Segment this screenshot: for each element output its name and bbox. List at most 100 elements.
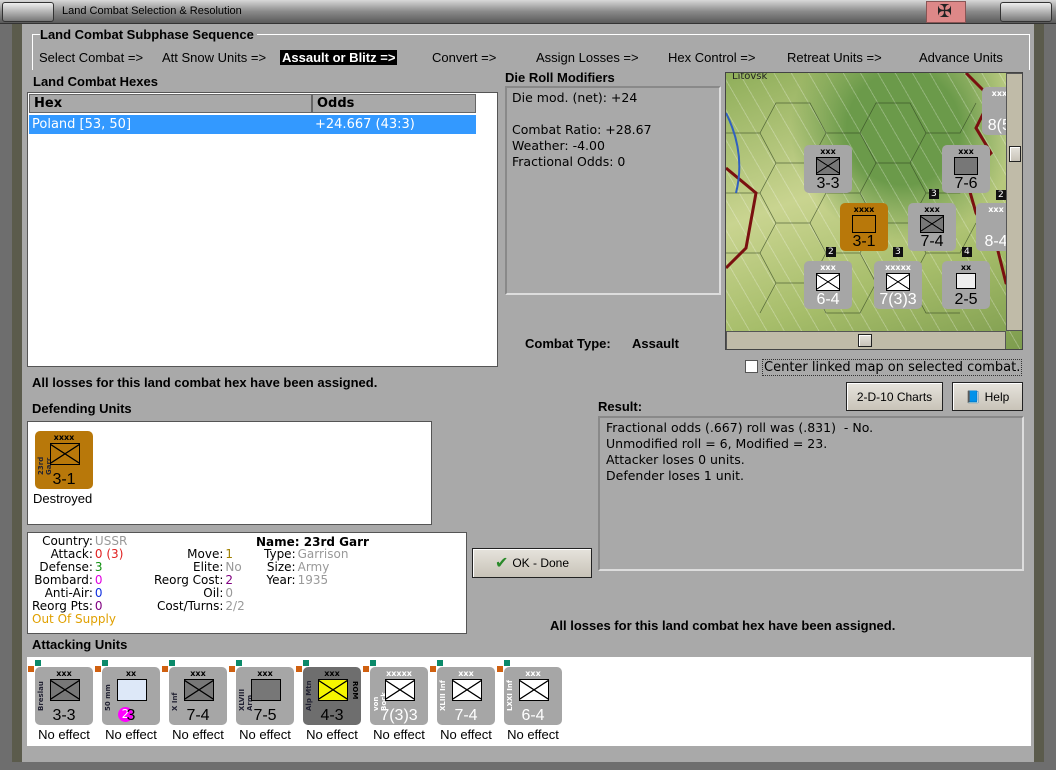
status-dot <box>370 660 376 666</box>
german-flag-icon <box>926 1 966 23</box>
hex-cell: Poland [53, 50] <box>32 117 132 132</box>
unit-symbol-icon <box>251 679 281 701</box>
result-line: Fractional odds (.667) roll was (.831) -… <box>606 420 874 435</box>
help-book-icon: 📘 <box>965 389 981 404</box>
linked-map[interactable]: Litovsk xxx 3-3 xxx 7-6 xxxx 3-1 xxx 7-4 xxx… <box>725 72 1023 350</box>
column-header-odds[interactable]: Odds <box>312 94 476 113</box>
status-dot <box>35 660 41 666</box>
charts-button[interactable]: 2-D-10 Charts <box>846 382 943 411</box>
map-counter[interactable]: xxx 3-3 <box>804 145 852 193</box>
step-convert: Convert => <box>432 50 497 65</box>
unit-symbol-icon <box>452 679 482 701</box>
center-linked-label[interactable]: Center linked map on selected combat. <box>762 359 1023 376</box>
map-counter[interactable]: xxx 7-6 <box>942 145 990 193</box>
center-linked-checkbox[interactable] <box>745 360 758 373</box>
drm-blank <box>512 106 714 122</box>
map-counter[interactable]: xxxxx 7(3)3 <box>874 261 922 309</box>
result-line: Defender loses 1 unit. <box>606 468 744 483</box>
status-dot <box>102 660 108 666</box>
unit-symbol-icon <box>50 679 80 701</box>
help-button[interactable]: 📘 Help <box>952 382 1023 411</box>
status-dot <box>236 660 242 666</box>
unit-info-panel: Country: USSR Attack: 0 (3) Defense: 3 Bomb… <box>27 532 467 634</box>
counter-value: 3 <box>126 707 136 724</box>
map-counter-defender[interactable]: xxxx 3-1 <box>840 203 888 251</box>
stack-badge: 3 <box>929 189 939 199</box>
table-row[interactable]: Poland [53, 50] +24.667 (43:3) <box>29 115 476 134</box>
attacker-counter[interactable]: xxx LXXI Inf 6-4 <box>504 667 562 725</box>
counter-value: 7(3)3 <box>380 707 418 724</box>
counter-name: 50 mm <box>104 684 112 711</box>
ok-label: OK - Done <box>512 556 570 570</box>
ok-done-button[interactable]: ✔ OK - Done <box>472 548 592 578</box>
counter-size: xxx <box>820 147 836 156</box>
unit-symbol-icon <box>318 679 348 701</box>
attacker-counter[interactable]: xx 50 mm 2 3 <box>102 667 160 725</box>
counter-name: XLIII Inf <box>439 680 447 711</box>
status-dot <box>229 666 235 672</box>
step-hex-control: Hex Control => <box>668 50 756 65</box>
attacker-result: No effect <box>440 727 492 742</box>
step-select-combat: Select Combat => <box>39 50 144 65</box>
attacker-counter[interactable]: xxx Alp Mtn ROM 4-3 <box>303 667 361 725</box>
stack-badge: 2 <box>826 247 836 257</box>
map-vertical-scrollbar[interactable] <box>1006 73 1022 331</box>
map-horizontal-scrollbar[interactable] <box>726 331 1006 349</box>
result-title: Result: <box>598 399 643 414</box>
map-counter[interactable]: xxx 7-4 <box>908 203 956 251</box>
status-dot <box>28 666 34 672</box>
attacker-counter[interactable]: xxxxx von Bock 7(3)3 <box>370 667 428 725</box>
scroll-thumb[interactable] <box>858 334 872 347</box>
stack-badge: 4 <box>962 247 972 257</box>
status-bottom: All losses for this land combat hex have… <box>550 618 896 633</box>
defender-result: Destroyed <box>33 491 93 506</box>
attacker-result: No effect <box>105 727 157 742</box>
attacker-counter[interactable]: xxx XLIII Inf 7-4 <box>437 667 495 725</box>
counter-value: 7-6 <box>954 175 978 192</box>
counter-size: xxxx <box>853 205 875 214</box>
attacker-result: No effect <box>172 727 224 742</box>
counter-name: X Inf <box>171 692 179 711</box>
window-minimize-button[interactable] <box>1000 2 1052 22</box>
column-header-hex[interactable]: Hex <box>29 94 312 113</box>
attacking-title: Attacking Units <box>32 637 128 652</box>
window-menu-button[interactable] <box>2 2 54 22</box>
counter-size: xxx <box>958 147 974 156</box>
counter-size: xxx <box>924 205 940 214</box>
attacker-counter[interactable]: xxx Breslau 3-3 <box>35 667 93 725</box>
odds-cell: +24.667 (43:3) <box>315 117 415 132</box>
attacker-counter[interactable]: xxx X Inf 7-4 <box>169 667 227 725</box>
counter-nation: ROM <box>351 681 359 700</box>
result-line: Attacker loses 0 units. <box>606 452 745 467</box>
attacker-result: No effect <box>306 727 358 742</box>
title-bar: Land Combat Selection & Resolution <box>0 0 1056 24</box>
counter-value: 2-5 <box>954 291 978 308</box>
drm-weather: Weather: -4.00 <box>512 138 605 153</box>
status-dot <box>497 666 503 672</box>
status-dot <box>169 660 175 666</box>
unit-symbol-icon <box>117 679 147 701</box>
window-title: Land Combat Selection & Resolution <box>62 5 242 17</box>
step-att-snow-units: Att Snow Units => <box>162 50 267 65</box>
counter-value: 3-1 <box>852 233 876 250</box>
hexes-list[interactable]: Hex Odds Poland [53, 50] +24.667 (43:3) <box>27 92 498 367</box>
counter-value: 7-4 <box>454 707 478 724</box>
map-counter[interactable]: xxx 6-4 <box>804 261 852 309</box>
map-place-label: Litovsk <box>732 73 768 82</box>
stack-badge: 2 <box>996 190 1006 200</box>
map-counter[interactable]: xx 2-5 <box>942 261 990 309</box>
costturns-label: Cost/Turns: <box>156 599 224 613</box>
attacker-counter[interactable]: xxx XLVIII Arm 7-5 <box>236 667 294 725</box>
counter-size: xxx <box>820 263 836 272</box>
counter-value: 3-3 <box>816 175 840 192</box>
attacker-result: No effect <box>373 727 425 742</box>
supply-status: Out Of Supply <box>32 612 116 626</box>
scroll-thumb[interactable] <box>1009 146 1021 162</box>
drm-combat-ratio: Combat Ratio: +28.67 <box>512 122 652 137</box>
defender-counter[interactable]: xxxx 23rd Garr 3-1 <box>35 431 93 489</box>
attacker-result: No effect <box>507 727 559 742</box>
attacker-result: No effect <box>38 727 90 742</box>
attacker-result: No effect <box>239 727 291 742</box>
costturns-value: 2/2 <box>225 599 245 613</box>
stack-badge: 3 <box>893 247 903 257</box>
